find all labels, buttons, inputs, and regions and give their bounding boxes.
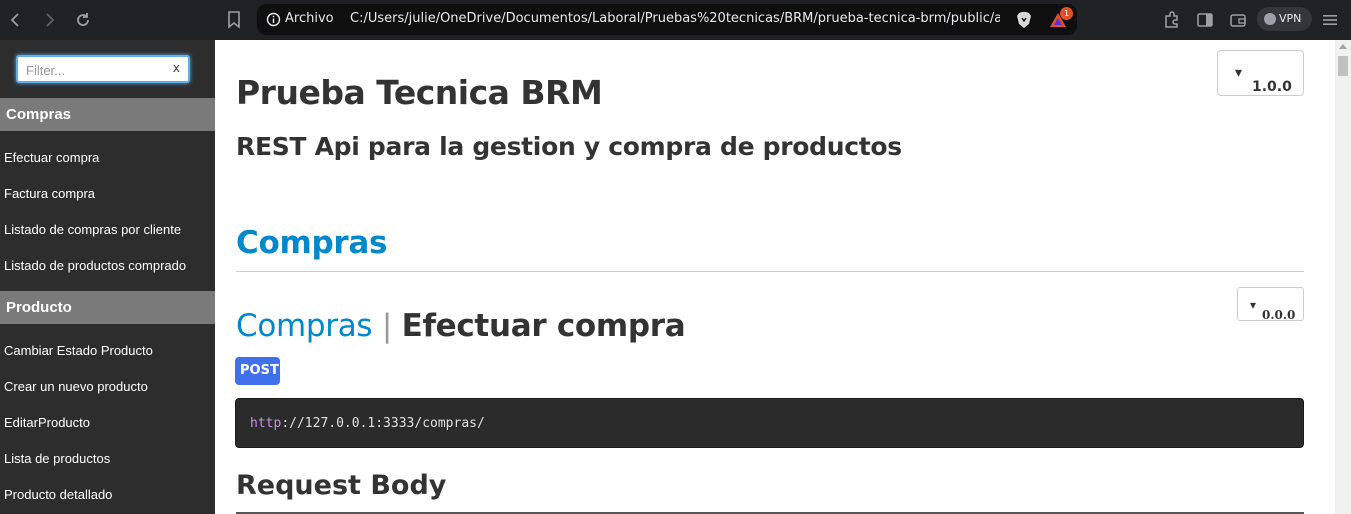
- request-body-title: Request Body: [236, 470, 447, 501]
- hamburger-menu-icon[interactable]: [1320, 10, 1340, 30]
- endpoint-url-code: http://127.0.0.1:3333/compras/: [235, 398, 1304, 448]
- page-subtitle: REST Api para la gestion y compra de pro…: [236, 132, 902, 161]
- vpn-label: VPN: [1279, 12, 1302, 25]
- method-badge: POST: [235, 357, 280, 385]
- sidebar-item-crear-producto[interactable]: Crear un nuevo producto: [4, 379, 148, 394]
- url-scheme-label: Archivo: [285, 11, 334, 26]
- version-value: 1.0.0: [1252, 79, 1292, 95]
- filter-clear-button[interactable]: x: [173, 61, 180, 75]
- sidebar-nav: x Compras Efectuar compra Factura compra…: [0, 40, 215, 514]
- endpoint-url: http://127.0.0.1:3333/compras/: [250, 416, 485, 431]
- wallet-icon[interactable]: [1228, 10, 1248, 30]
- info-icon[interactable]: [266, 12, 281, 27]
- endpoint-version-value: 0.0.0: [1262, 308, 1296, 322]
- url-scheme: http: [250, 416, 282, 431]
- sidebar-item-factura-compra[interactable]: Factura compra: [4, 186, 95, 201]
- arrow-right-icon: [46, 13, 55, 27]
- version-selector-label: 1.0.0 ▾: [1235, 65, 1292, 95]
- arrow-left-icon: [10, 13, 19, 27]
- reload-icon: [77, 13, 89, 26]
- back-button[interactable]: [4, 8, 28, 32]
- endpoint-name: Efectuar compra: [401, 308, 686, 344]
- sidebar-item-cambiar-estado-producto[interactable]: Cambiar Estado Producto: [4, 343, 153, 358]
- sidebar-icon[interactable]: [1195, 10, 1215, 30]
- bookmark-icon[interactable]: [225, 10, 243, 30]
- forward-button[interactable]: [37, 8, 61, 32]
- vpn-status-icon: [1264, 13, 1276, 25]
- address-bar[interactable]: Archivo C:/Users/julie/OneDrive/Document…: [257, 4, 1077, 35]
- page-title: Prueba Tecnica BRM: [236, 73, 603, 112]
- url-text[interactable]: C:/Users/julie/OneDrive/Documentos/Labor…: [350, 11, 1000, 26]
- endpoint-group-link[interactable]: Compras: [236, 308, 373, 344]
- filter-input[interactable]: [26, 61, 166, 79]
- puzzle-icon[interactable]: [1162, 10, 1182, 30]
- endpoint-version-label: 0.0.0 ▾: [1250, 298, 1296, 322]
- version-selector[interactable]: 1.0.0 ▾: [1217, 50, 1304, 96]
- main-content: Prueba Tecnica BRM REST Api para la gest…: [215, 40, 1335, 514]
- section-divider: [236, 271, 1304, 272]
- filter-box: x: [16, 55, 190, 83]
- sidebar-item-producto-detallado[interactable]: Producto detallado: [4, 487, 112, 502]
- endpoint-separator: |: [381, 308, 392, 344]
- sidebar-item-listado-productos-comprado[interactable]: Listado de productos comprado: [4, 258, 186, 273]
- brave-shield-icon[interactable]: [1016, 11, 1032, 29]
- sidebar-item-efectuar-compra[interactable]: Efectuar compra: [4, 150, 99, 165]
- scroll-thumb[interactable]: [1338, 56, 1348, 76]
- sidebar-item-lista-productos[interactable]: Lista de productos: [4, 451, 110, 466]
- sidebar-item-editar-producto[interactable]: EditarProducto: [4, 415, 90, 430]
- section-title-compras[interactable]: Compras: [236, 225, 387, 261]
- sidebar-item-listado-compras-cliente[interactable]: Listado de compras por cliente: [4, 222, 181, 237]
- sidebar-group-producto[interactable]: Producto: [0, 291, 215, 324]
- endpoint-title: Compras | Efectuar compra: [236, 308, 686, 344]
- page-scrollbar[interactable]: [1335, 40, 1351, 514]
- endpoint-version-selector[interactable]: 0.0.0 ▾: [1237, 287, 1304, 322]
- sidebar-group-compras[interactable]: Compras: [0, 98, 215, 131]
- vpn-button[interactable]: VPN: [1257, 7, 1312, 31]
- reload-button[interactable]: [71, 8, 95, 32]
- rewards-badge: 1: [1060, 7, 1073, 20]
- method-label: POST: [240, 363, 279, 378]
- scroll-up-arrow-icon[interactable]: [1339, 44, 1347, 49]
- browser-toolbar: Archivo C:/Users/julie/OneDrive/Document…: [0, 0, 1351, 40]
- url-path: ://127.0.0.1:3333/compras/: [281, 416, 485, 431]
